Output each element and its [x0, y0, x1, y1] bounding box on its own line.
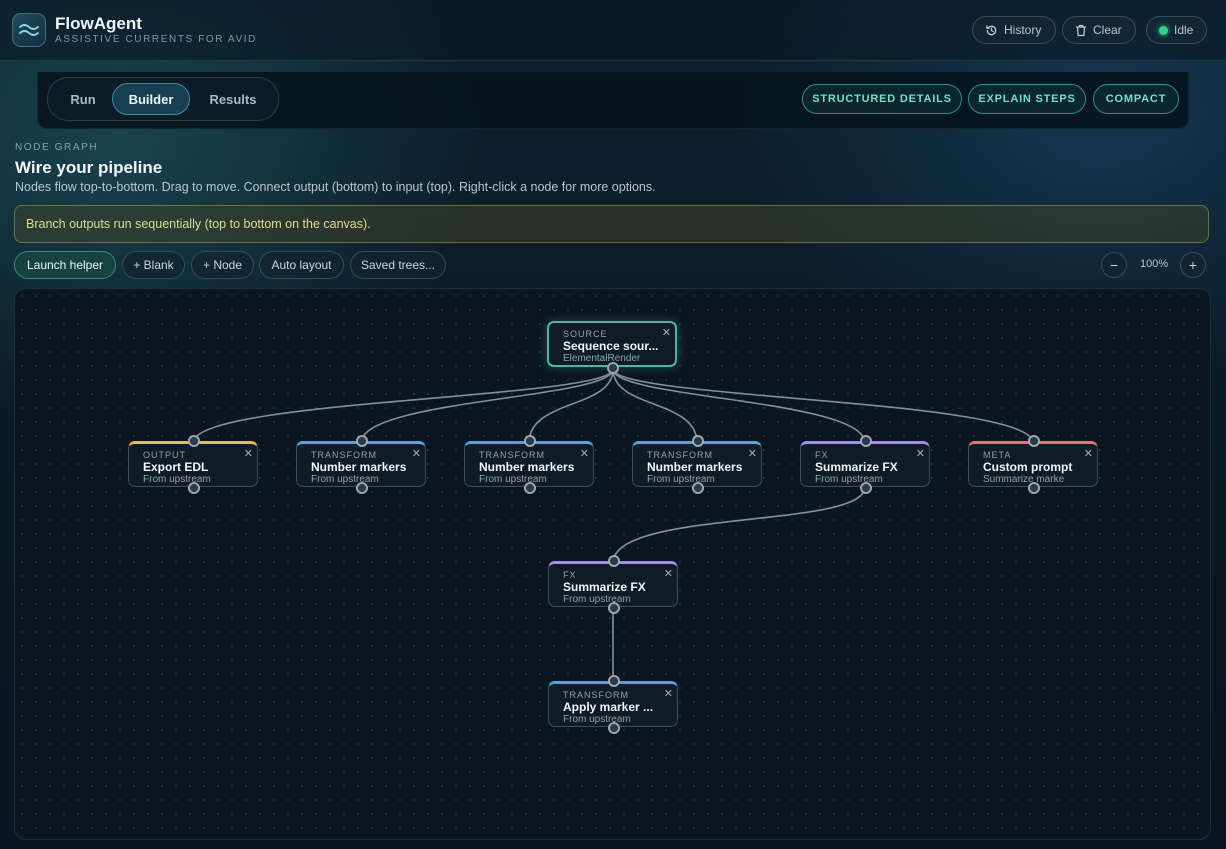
output-port[interactable] — [608, 722, 620, 734]
node-label: Number markers — [479, 460, 575, 474]
node-transform-4[interactable]: TRANSFORM Apply marker ... From upstream… — [548, 675, 678, 734]
clear-button[interactable]: Clear — [1062, 16, 1136, 44]
input-port[interactable] — [860, 435, 872, 447]
section-description: Nodes flow top-to-bottom. Drag to move. … — [15, 180, 656, 194]
input-port[interactable] — [608, 675, 620, 687]
node-type: FX — [815, 450, 829, 460]
zoom-out-button[interactable]: − — [1101, 252, 1127, 278]
tab-run[interactable]: Run — [54, 83, 112, 115]
history-icon — [986, 24, 997, 35]
status-label: Idle — [1174, 23, 1194, 37]
output-port[interactable] — [860, 482, 872, 494]
node-label: Summarize FX — [815, 460, 898, 474]
node-label: Summarize FX — [563, 580, 646, 594]
close-icon[interactable]: ✕ — [244, 447, 253, 460]
input-port[interactable] — [188, 435, 200, 447]
edge-fx1-fx2[interactable] — [612, 486, 866, 564]
node-label: Export EDL — [143, 460, 209, 474]
waves-icon — [19, 24, 39, 36]
app-title: FlowAgent — [55, 14, 142, 33]
output-port[interactable] — [607, 362, 619, 374]
close-icon[interactable]: ✕ — [664, 687, 673, 700]
add-node-button[interactable]: + Node — [191, 251, 254, 279]
edge-source-output[interactable] — [192, 368, 614, 444]
close-icon[interactable]: ✕ — [916, 447, 925, 460]
notice-banner: Branch outputs run sequentially (top to … — [14, 205, 1209, 243]
edge-source-transform1[interactable] — [360, 368, 614, 444]
add-blank-button[interactable]: + Blank — [122, 251, 185, 279]
auto-layout-button[interactable]: Auto layout — [259, 251, 344, 279]
section-eyebrow: NODE GRAPH — [15, 142, 99, 153]
node-transform-2[interactable]: TRANSFORM Number markers From upstream ✕ — [464, 435, 594, 494]
zoom-in-button[interactable]: + — [1180, 252, 1206, 278]
compact-toggle[interactable]: COMPACT — [1093, 84, 1179, 114]
status-dot-icon — [1159, 25, 1168, 35]
output-port[interactable] — [692, 482, 704, 494]
close-icon[interactable]: ✕ — [748, 447, 757, 460]
close-icon[interactable]: ✕ — [580, 447, 589, 460]
zoom-level: 100% — [1140, 258, 1169, 270]
tab-results[interactable]: Results — [194, 83, 272, 115]
node-type: META — [983, 450, 1012, 460]
output-port[interactable] — [524, 482, 536, 494]
node-output[interactable]: OUTPUT Export EDL From upstream ✕ — [128, 435, 258, 494]
saved-trees-button[interactable]: Saved trees... — [350, 251, 446, 279]
node-fx-1[interactable]: FX Summarize FX From upstream ✕ — [800, 435, 930, 494]
launch-helper-button[interactable]: Launch helper — [14, 251, 116, 279]
clear-label: Clear — [1093, 23, 1122, 37]
input-port[interactable] — [524, 435, 536, 447]
node-transform-1[interactable]: TRANSFORM Number markers From upstream ✕ — [296, 435, 426, 494]
node-type: TRANSFORM — [647, 450, 713, 460]
close-icon[interactable]: ✕ — [1084, 447, 1093, 460]
node-fx-2[interactable]: FX Summarize FX From upstream ✕ — [548, 555, 678, 614]
close-icon[interactable]: ✕ — [412, 447, 421, 460]
output-port[interactable] — [608, 602, 620, 614]
trash-icon — [1075, 24, 1087, 36]
edge-source-meta[interactable] — [612, 368, 1034, 444]
app-subtitle: ASSISTIVE CURRENTS FOR AVID — [55, 34, 257, 45]
tab-group: Run Builder Results — [47, 77, 279, 121]
node-label: Custom prompt — [983, 460, 1073, 474]
close-icon[interactable]: ✕ — [664, 567, 673, 580]
input-port[interactable] — [1028, 435, 1040, 447]
node-source[interactable]: SOURCE Sequence sour... ElementalRender … — [547, 321, 677, 374]
output-port[interactable] — [356, 482, 368, 494]
node-type: TRANSFORM — [311, 450, 377, 460]
node-label: Number markers — [647, 460, 743, 474]
graph-canvas[interactable]: SOURCE Sequence sour... ElementalRender … — [14, 288, 1211, 840]
node-type: TRANSFORM — [479, 450, 545, 460]
input-port[interactable] — [692, 435, 704, 447]
node-type: FX — [563, 570, 577, 580]
app-logo — [12, 13, 46, 47]
tab-builder[interactable]: Builder — [112, 83, 190, 115]
node-type: OUTPUT — [143, 450, 186, 460]
edge-source-fx1[interactable] — [612, 368, 866, 444]
node-label: Sequence sour... — [563, 339, 659, 353]
node-transform-3[interactable]: TRANSFORM Number markers From upstream ✕ — [632, 435, 762, 494]
output-port[interactable] — [1028, 482, 1040, 494]
input-port[interactable] — [356, 435, 368, 447]
status-badge: Idle — [1146, 16, 1207, 44]
output-port[interactable] — [188, 482, 200, 494]
page-title: Wire your pipeline — [15, 158, 163, 177]
node-label: Apply marker ... — [563, 700, 654, 714]
history-label: History — [1004, 23, 1042, 37]
node-label: Number markers — [311, 460, 407, 474]
tabs-panel: Run Builder Results STRUCTURED DETAILS E… — [37, 72, 1189, 129]
structured-details-toggle[interactable]: STRUCTURED DETAILS — [802, 84, 962, 114]
close-icon[interactable]: ✕ — [662, 326, 671, 339]
node-type: SOURCE — [563, 329, 608, 339]
explain-steps-toggle[interactable]: EXPLAIN STEPS — [968, 84, 1086, 114]
node-meta[interactable]: META Custom prompt Summarize marke ✕ — [968, 435, 1098, 494]
input-port[interactable] — [608, 555, 620, 567]
app-header: FlowAgent ASSISTIVE CURRENTS FOR AVID Hi… — [0, 0, 1226, 61]
history-button[interactable]: History — [972, 16, 1056, 44]
node-type: TRANSFORM — [563, 690, 629, 700]
